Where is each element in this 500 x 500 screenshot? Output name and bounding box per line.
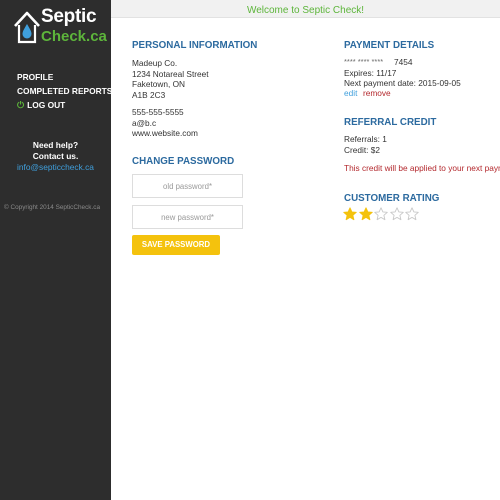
new-password-input[interactable] [132, 205, 243, 229]
street-address: 1234 Notareal Street [132, 68, 209, 79]
help-email-link[interactable]: info@septiccheck.ca [0, 162, 111, 173]
city-province: Faketown, ON [132, 79, 186, 89]
old-password-input[interactable] [132, 174, 243, 198]
edit-payment-link[interactable]: edit [344, 88, 357, 98]
card-number-mask: **** **** **** [344, 57, 384, 66]
referral-count: Referrals: 1 [344, 134, 387, 144]
star-empty-icon [374, 207, 388, 221]
customer-rating-heading: CUSTOMER RATING [344, 193, 440, 204]
credit-note: This credit will be applied to your next… [344, 163, 500, 173]
logo[interactable]: Septic Check.ca [14, 6, 107, 48]
star-filled-icon [358, 207, 373, 221]
nav-item-log-out-label: LOG OUT [27, 100, 66, 110]
phone-number: 555-555-5555 [132, 107, 184, 117]
logo-text-bottom: Check.ca [41, 28, 107, 45]
postal-code: A1B 2C3 [132, 89, 166, 100]
sidebar-nav: PROFILE COMPLETED REPORTS ⏻ LOG OUT [17, 70, 112, 112]
logo-wordmark: Septic Check.ca [41, 6, 107, 46]
card-expiry: Expires: 11/17 [344, 67, 397, 78]
copyright: © Copyright 2014 SepticCheck.ca [4, 204, 101, 211]
help-line-1: Need help? [32, 140, 79, 150]
welcome-bar: Welcome to Septic Check! [111, 0, 500, 18]
website: www.website.com [132, 128, 198, 138]
power-icon: ⏻ [17, 100, 25, 110]
nav-item-completed-reports[interactable]: COMPLETED REPORTS [17, 84, 112, 98]
welcome-text: Welcome to Septic Check! [246, 5, 365, 16]
help-line-2: Contact us. [32, 151, 79, 161]
card-last-four: 7454 [394, 57, 413, 67]
star-filled-icon [343, 207, 357, 221]
house-drop-logo-icon [14, 11, 40, 44]
sidebar: Septic Check.ca PROFILE COMPLETED REPORT… [0, 0, 112, 500]
star-empty-icon [389, 207, 404, 221]
help-block: Need help? Contact us. info@septiccheck.… [0, 140, 111, 173]
logo-text-top: Septic [41, 6, 97, 27]
email-address: a@b.c [132, 117, 157, 128]
nav-item-profile[interactable]: PROFILE [17, 70, 112, 84]
company-name: Madeup Co. [132, 58, 178, 68]
payment-details-heading: PAYMENT DETAILS [344, 40, 435, 51]
save-password-button[interactable]: SAVE PASSWORD [132, 235, 220, 255]
credit-amount: Credit: $2 [344, 144, 380, 155]
referral-credit-heading: REFERRAL CREDIT [344, 117, 437, 128]
change-password-heading: CHANGE PASSWORD [132, 156, 235, 167]
next-payment-date: Next payment date: 2015-09-05 [344, 78, 461, 88]
star-empty-icon [405, 207, 419, 221]
personal-info-heading: PERSONAL INFORMATION [132, 40, 258, 51]
remove-payment-link[interactable]: remove [363, 88, 391, 98]
nav-item-log-out[interactable]: ⏻ LOG OUT [17, 98, 112, 112]
